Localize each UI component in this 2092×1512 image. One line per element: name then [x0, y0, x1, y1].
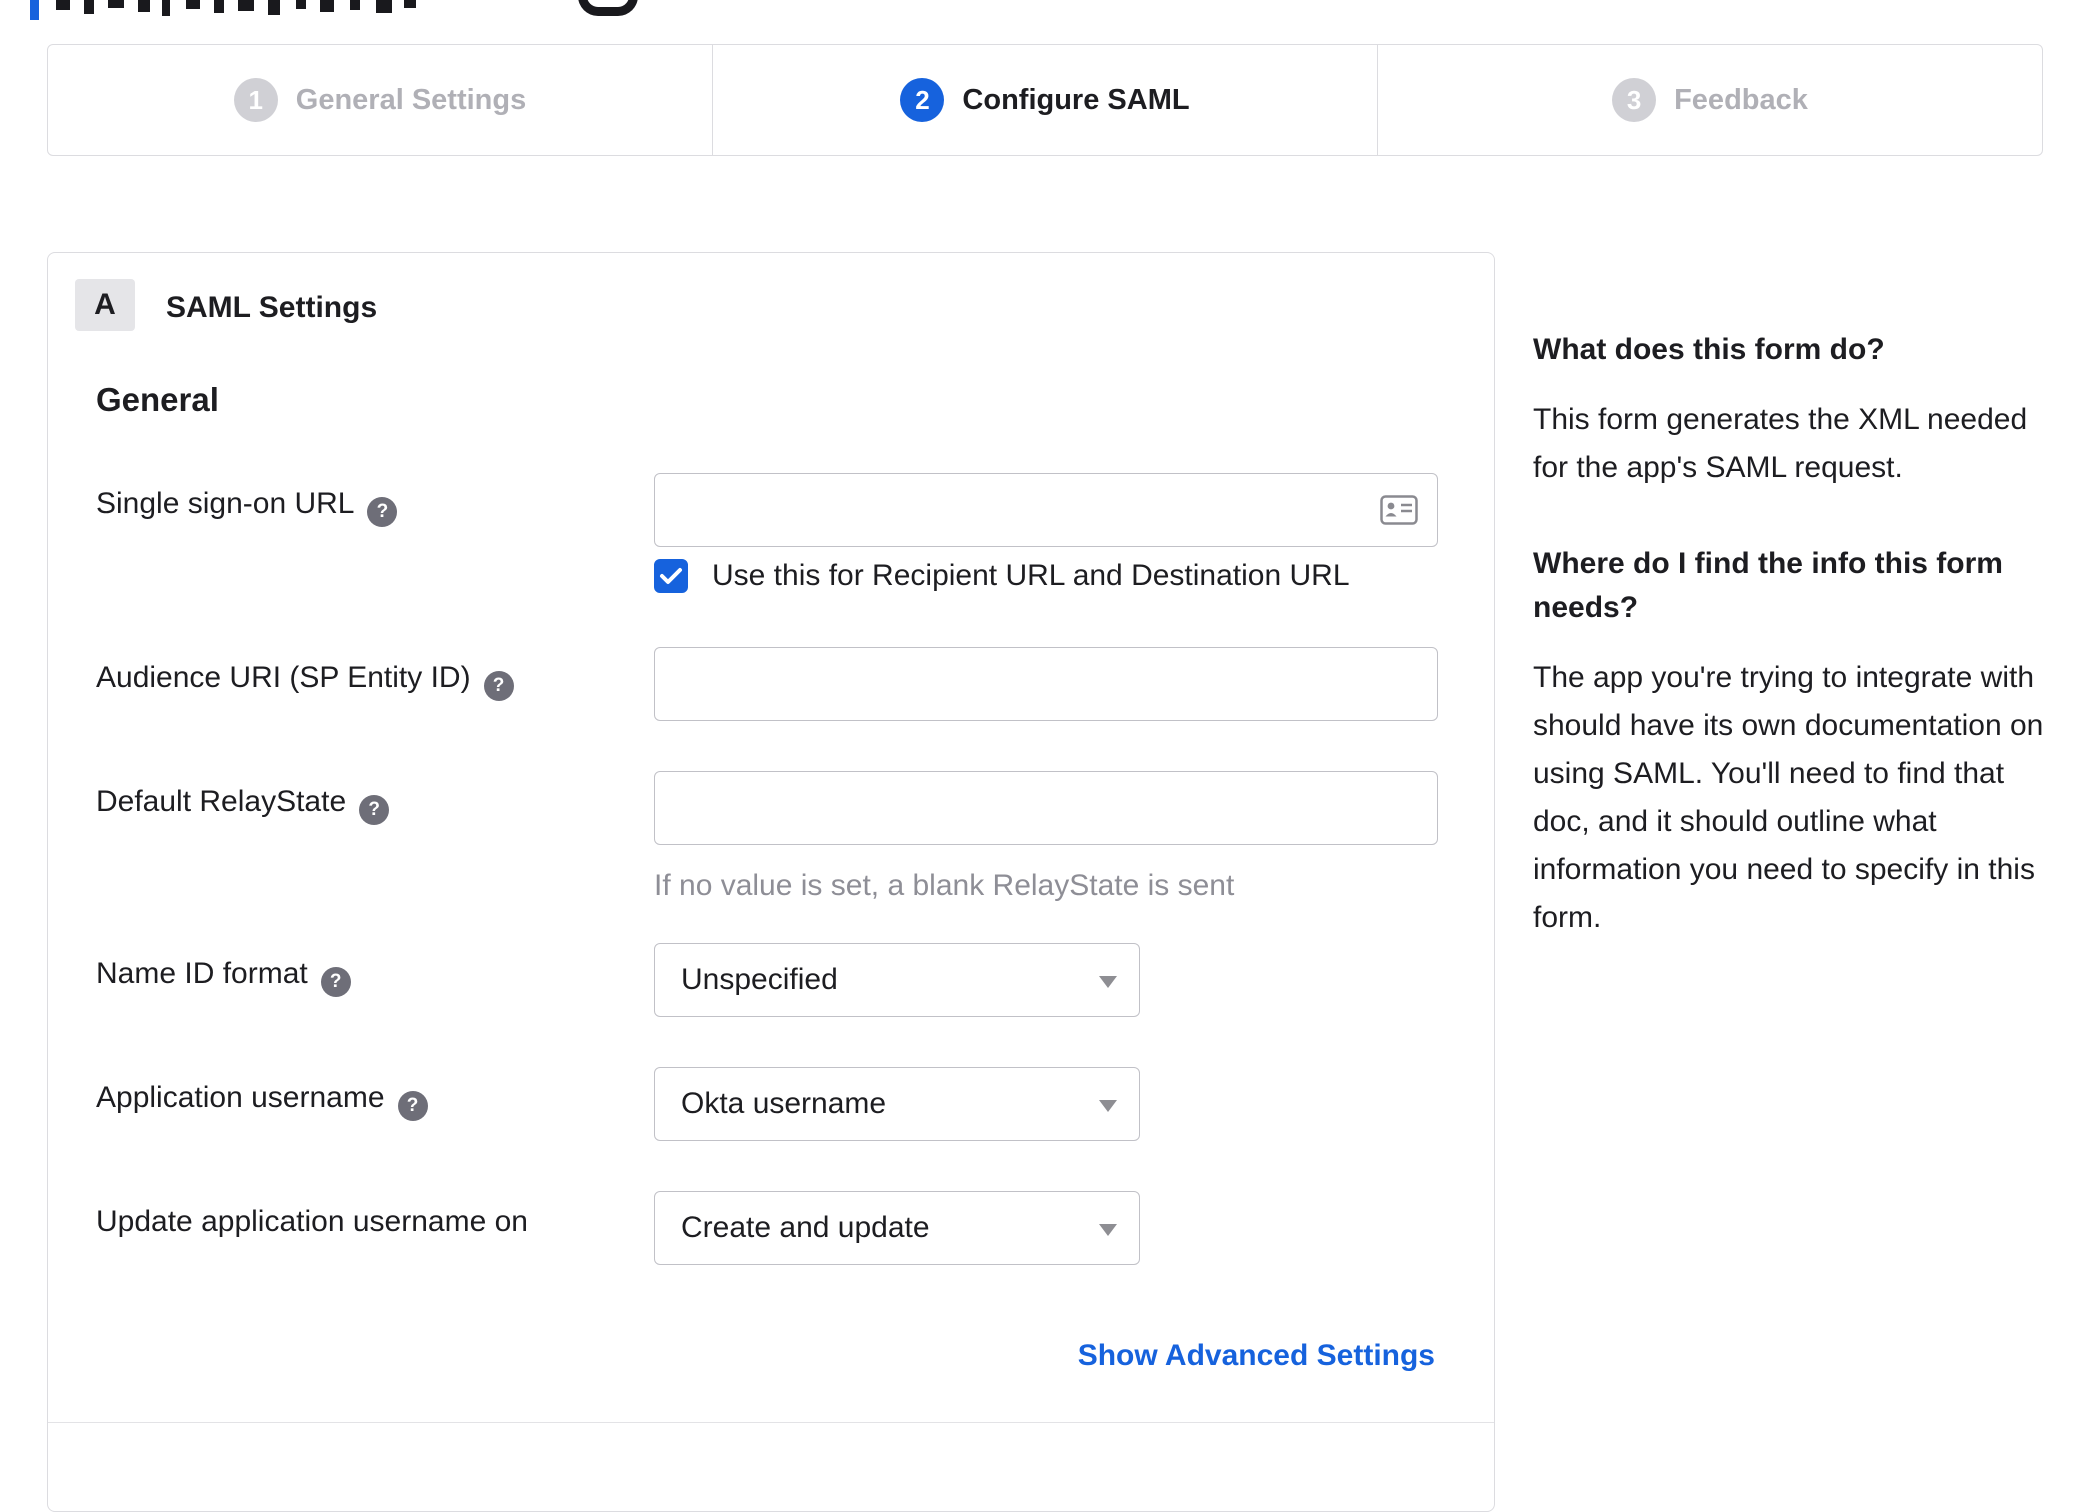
step-label: General Settings — [295, 83, 527, 116]
step-number-badge: 2 — [900, 78, 945, 122]
saml-settings-card: A SAML Settings General Single sign-on U… — [47, 252, 1495, 1512]
help-icon[interactable]: ? — [359, 795, 390, 825]
help-icon[interactable]: ? — [397, 1091, 428, 1121]
step-configure-saml[interactable]: 2 Configure SAML — [712, 45, 1377, 155]
chevron-down-icon — [1099, 976, 1117, 988]
wizard-stepper: 1 General Settings 2 Configure SAML 3 Fe… — [47, 44, 2043, 156]
group-title-general: General — [96, 381, 219, 418]
audience-uri-label: Audience URI (SP Entity ID)? — [96, 647, 654, 701]
sso-checkbox[interactable] — [654, 559, 688, 593]
help-icon[interactable]: ? — [367, 497, 398, 527]
name-id-format-select[interactable]: Unspecified — [654, 943, 1140, 1017]
section-divider — [48, 1422, 1494, 1423]
step-number-badge: 3 — [1612, 78, 1657, 122]
audience-uri-input[interactable] — [654, 647, 1438, 721]
step-number-badge: 1 — [233, 78, 278, 122]
relay-state-input[interactable] — [654, 771, 1438, 845]
app-username-select[interactable]: Okta username — [654, 1067, 1140, 1141]
help-heading-2: Where do I find the info this form needs… — [1533, 547, 2003, 624]
chevron-down-icon — [1099, 1224, 1117, 1236]
section-title: SAML Settings — [166, 291, 378, 324]
relay-state-hint: If no value is set, a blank RelayState i… — [654, 869, 1235, 902]
step-feedback[interactable]: 3 Feedback — [1377, 45, 2042, 155]
name-id-format-label: Name ID format? — [96, 943, 654, 997]
contact-card-icon[interactable] — [1380, 494, 1418, 531]
step-label: Feedback — [1674, 83, 1808, 116]
relay-state-label: Default RelayState? — [96, 771, 654, 825]
help-body-2: The app you're trying to integrate with … — [1533, 661, 2044, 934]
update-app-username-select[interactable]: Create and update — [654, 1191, 1140, 1265]
sso-url-input[interactable] — [654, 473, 1438, 547]
clipped-page-heading — [0, 0, 720, 20]
clipped-glyph-descender — [578, 0, 638, 16]
help-heading-1: What does this form do? — [1533, 333, 1885, 366]
chevron-down-icon — [1099, 1100, 1117, 1112]
show-advanced-settings-link[interactable]: Show Advanced Settings — [1078, 1339, 1435, 1373]
help-icon[interactable]: ? — [320, 967, 351, 997]
step-label: Configure SAML — [962, 83, 1190, 116]
step-general-settings[interactable]: 1 General Settings — [48, 45, 712, 155]
help-body-1: This form generates the XML needed for t… — [1533, 403, 2028, 484]
sso-checkbox-label: Use this for Recipient URL and Destinati… — [712, 559, 1350, 592]
sso-url-label: Single sign-on URL? — [96, 473, 654, 527]
help-sidebar: What does this form do? This form genera… — [1533, 328, 2047, 992]
update-app-username-label: Update application username on — [96, 1205, 528, 1238]
section-badge-a: A — [75, 279, 135, 331]
app-username-label: Application username? — [96, 1067, 654, 1121]
help-icon[interactable]: ? — [483, 671, 514, 701]
